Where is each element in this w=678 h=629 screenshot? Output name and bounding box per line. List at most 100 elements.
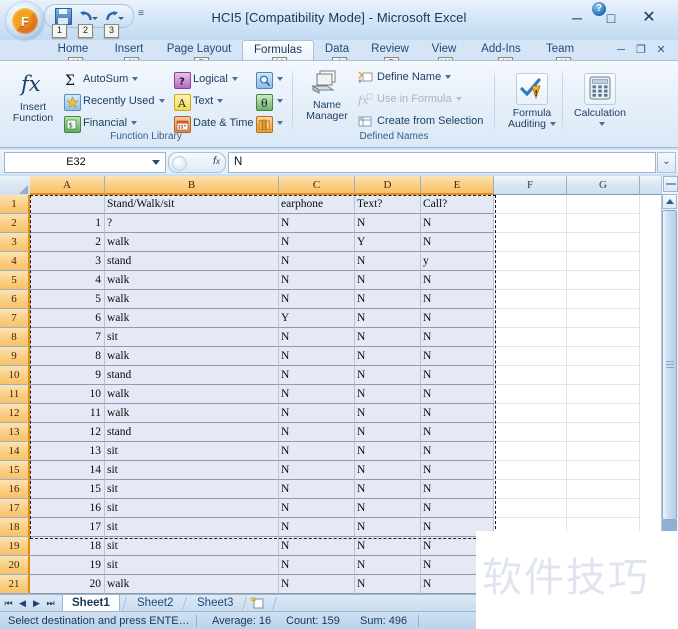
cell-B10[interactable]: stand [105,366,279,385]
name-manager-button[interactable]: Name Manager [298,67,356,122]
cell-F16[interactable] [494,480,567,499]
cell-C12[interactable]: N [279,404,355,423]
cell-F12[interactable] [494,404,567,423]
status-count[interactable]: Count: 159 [286,614,340,628]
row-header-16[interactable]: 16 [0,480,30,499]
column-header-g[interactable]: G [567,176,640,195]
cell-B16[interactable]: sit [105,480,279,499]
status-average[interactable]: Average: 16 [212,614,271,628]
cell-B11[interactable]: walk [105,385,279,404]
select-all-corner[interactable] [0,176,31,196]
cell-F5[interactable] [494,271,567,290]
cancel-enter-circle-icon[interactable] [172,156,187,171]
cell-C5[interactable]: N [279,271,355,290]
column-header-e[interactable]: E [421,176,494,195]
cell-G8[interactable] [567,328,640,347]
cell-C8[interactable]: N [279,328,355,347]
cell-B12[interactable]: walk [105,404,279,423]
last-sheet-button[interactable]: ⏭ [44,597,57,610]
cell-D19[interactable]: N [355,537,421,556]
cell-E13[interactable]: N [421,423,494,442]
cell-G14[interactable] [567,442,640,461]
cell-C6[interactable]: N [279,290,355,309]
cell-D15[interactable]: N [355,461,421,480]
sheet-tab-sheet3[interactable]: Sheet3 [188,595,242,612]
cell-A20[interactable]: 19 [30,556,105,575]
cell-E7[interactable]: N [421,309,494,328]
vertical-split-handle[interactable] [663,176,678,192]
cell-A8[interactable]: 7 [30,328,105,347]
cell-G5[interactable] [567,271,640,290]
cell-E16[interactable]: N [421,480,494,499]
cell-C15[interactable]: N [279,461,355,480]
row-header-3[interactable]: 3 [0,233,30,252]
cell-D18[interactable]: N [355,518,421,537]
sheet-tab-sheet2[interactable]: Sheet2 [128,595,182,612]
cell-B19[interactable]: sit [105,537,279,556]
formula-input[interactable]: N [228,152,656,173]
cell-C13[interactable]: N [279,423,355,442]
row-header-11[interactable]: 11 [0,385,30,404]
cell-D12[interactable]: N [355,404,421,423]
cell-A5[interactable]: 4 [30,271,105,290]
row-header-5[interactable]: 5 [0,271,30,290]
cell-F15[interactable] [494,461,567,480]
cell-E12[interactable]: N [421,404,494,423]
row-header-4[interactable]: 4 [0,252,30,271]
window-minimize-button[interactable]: ─ [564,8,590,28]
cell-G4[interactable] [567,252,640,271]
prev-sheet-button[interactable]: ◀ [16,597,29,610]
cell-C1[interactable]: earphone [279,195,355,214]
cell-F2[interactable] [494,214,567,233]
formula-auditing-button[interactable]: ! Formula Auditing [498,69,566,131]
cell-E2[interactable]: N [421,214,494,233]
cell-B5[interactable]: walk [105,271,279,290]
cell-F4[interactable] [494,252,567,271]
cell-C16[interactable]: N [279,480,355,499]
autosum-caret[interactable] [132,77,139,82]
cell-A9[interactable]: 8 [30,347,105,366]
cell-A10[interactable]: 9 [30,366,105,385]
name-box-dropdown-icon[interactable] [152,160,160,165]
text-caret[interactable] [217,99,224,104]
column-header-b[interactable]: B [105,176,279,195]
row-header-18[interactable]: 18 [0,518,30,537]
cell-B18[interactable]: sit [105,518,279,537]
cell-G3[interactable] [567,233,640,252]
cell-G16[interactable] [567,480,640,499]
cell-D14[interactable]: N [355,442,421,461]
cell-B3[interactable]: walk [105,233,279,252]
cell-E15[interactable]: N [421,461,494,480]
cell-D13[interactable]: N [355,423,421,442]
logical-caret[interactable] [231,77,238,82]
row-header-8[interactable]: 8 [0,328,30,347]
cell-A17[interactable]: 16 [30,499,105,518]
cell-D5[interactable]: N [355,271,421,290]
cell-C10[interactable]: N [279,366,355,385]
row-header-13[interactable]: 13 [0,423,30,442]
cell-G15[interactable] [567,461,640,480]
cell-G12[interactable] [567,404,640,423]
row-header-20[interactable]: 20 [0,556,30,575]
row-header-19[interactable]: 19 [0,537,30,556]
cell-E4[interactable]: y [421,252,494,271]
ribbon-minimize-icon[interactable]: ─ [614,43,628,57]
cell-F6[interactable] [494,290,567,309]
cell-A11[interactable]: 10 [30,385,105,404]
cell-A18[interactable]: 17 [30,518,105,537]
cell-E6[interactable]: N [421,290,494,309]
more-functions-caret[interactable] [277,121,283,126]
row-header-12[interactable]: 12 [0,404,30,423]
row-header-2[interactable]: 2 [0,214,30,233]
cell-G9[interactable] [567,347,640,366]
cell-A16[interactable]: 15 [30,480,105,499]
cell-D10[interactable]: N [355,366,421,385]
calculation-button[interactable]: Calculation [566,69,634,131]
cell-A4[interactable]: 3 [30,252,105,271]
cell-D17[interactable]: N [355,499,421,518]
scroll-up-button[interactable] [662,194,677,209]
cell-B15[interactable]: sit [105,461,279,480]
insert-function-fx-icon[interactable]: fx [213,155,220,167]
cell-A15[interactable]: 14 [30,461,105,480]
cell-C9[interactable]: N [279,347,355,366]
